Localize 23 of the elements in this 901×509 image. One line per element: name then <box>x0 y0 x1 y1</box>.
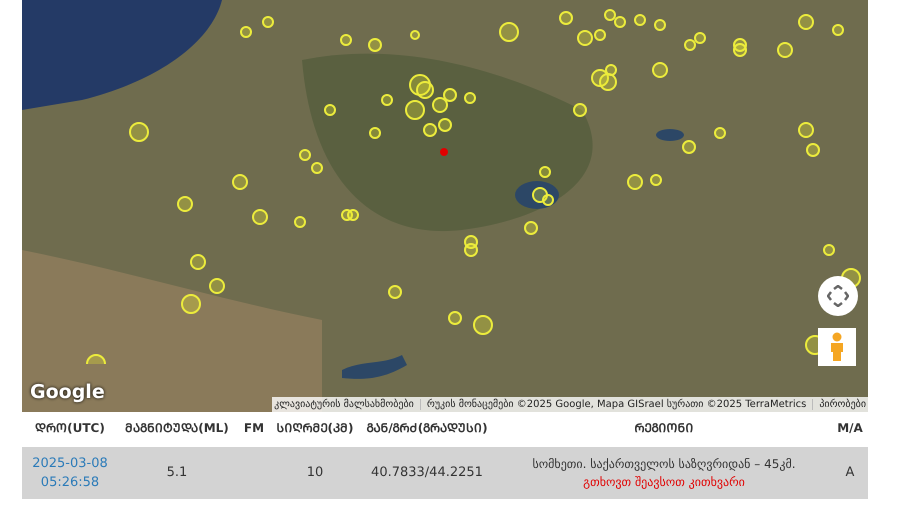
attribution-text: რუკის მონაცემები ©2025 Google, Mapa GISrael სურათი ©2025 TerraMetrics <box>426 398 806 412</box>
questionnaire-link[interactable]: გთხოვთ შეავსოთ კითხვარი <box>583 473 745 491</box>
type-text: A <box>846 464 854 482</box>
column-header: ᲛᲐᲒᲜᲘᲢᲣᲓᲐ(ML) <box>124 420 230 437</box>
coordinates-text: 40.7833/44.2251 <box>371 464 483 482</box>
table-row[interactable]: 2025-03-08 05:26:58 5.1 10 40.7833/44.2251 სომხეთი. საქართველოს საზღვრიდან – 45კმ. გთხოვთ შეავსოთ კითხვარი A <box>22 447 868 499</box>
date-link[interactable]: 2025-03-08 <box>32 454 108 473</box>
attribution-text: კლავიატურის მალსახმობები <box>274 398 414 412</box>
column-header: FM <box>242 420 266 437</box>
attribution-text: პირობები <box>819 398 866 412</box>
fullscreen-icon <box>827 285 849 307</box>
pegman-icon <box>830 332 844 362</box>
region-text: სომხეთი. საქართველოს საზღვრიდან – 45კმ. <box>532 456 796 473</box>
time-link[interactable]: 05:26:58 <box>40 473 100 492</box>
column-header: ᲓᲠᲝ(UTC) <box>34 420 106 437</box>
column-header: ᲡᲘᲦᲠᲛᲔ(ᲙᲛ) <box>276 420 354 437</box>
column-header: ᲠᲔᲒᲘᲝᲜᲘ <box>634 420 694 437</box>
column-header: ᲒᲐᲜ/ᲒᲠᲫ(ᲒᲠᲐᲓᲣᲡᲘ) <box>365 420 489 437</box>
column-header: M/A <box>836 420 864 437</box>
magnitude-text: 5.1 <box>166 464 188 482</box>
map-view[interactable]: Google კლავიატურის მალსახმობები რუკის მონაცემები ©2025 Google, Mapa GISrael სურათი ©2025 TerraMetrics პირობები <box>22 0 868 412</box>
depth-text: 10 <box>306 464 324 482</box>
map-logo: Google <box>30 380 105 402</box>
